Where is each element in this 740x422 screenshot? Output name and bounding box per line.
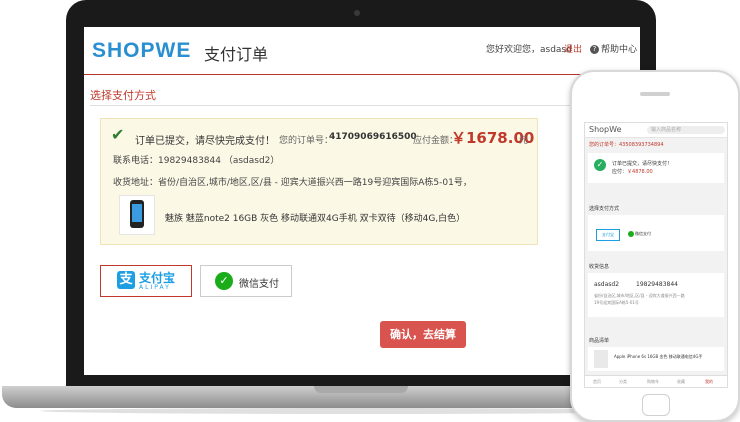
page-title: 支付订单 xyxy=(204,45,269,64)
alipay-option[interactable]: 支 支付宝 ALIPAY xyxy=(100,265,192,297)
mobile-receiver-info: asdasd2 19829483844 省份/自治区,城市/地区,区/县 - 迎… xyxy=(588,273,724,317)
mobile-pay-header: 选择支付方式 xyxy=(589,206,620,212)
help-link[interactable]: ? 帮助中心 xyxy=(590,42,637,55)
mobile-bottom-nav: 首页 分类 购物车 收藏 我的 xyxy=(585,375,727,387)
nav-favorites[interactable]: 收藏 xyxy=(677,379,685,385)
phone-speaker xyxy=(640,92,670,96)
mobile-receiver-header: 收货信息 xyxy=(589,264,610,270)
help-label: 帮助中心 xyxy=(601,45,638,55)
phone-frame: ShopWe 输入商品名称 您的订单号：43508393734894 ✓ 订单已… xyxy=(570,70,740,422)
camera xyxy=(354,10,360,16)
wechat-icon: ✓ xyxy=(215,272,233,290)
site-header: SHOPWE 支付订单 您好欢迎您，asdasd 退出 ? 帮助中心 xyxy=(84,27,640,75)
laptop-screen: SHOPWE 支付订单 您好欢迎您，asdasd 退出 ? 帮助中心 选择支付方式… xyxy=(84,27,640,375)
mobile-header: ShopWe 输入商品名称 xyxy=(585,123,727,138)
product-image xyxy=(594,350,608,368)
mobile-wechat-option[interactable]: 微信支付 xyxy=(628,229,656,239)
mobile-logo[interactable]: ShopWe xyxy=(589,125,621,134)
mobile-address-line2: 19号迎宾国际A栋5-01号 xyxy=(594,300,639,305)
mobile-receiver-phone: 19829483844 xyxy=(636,281,678,288)
site-logo[interactable]: SHOPWE xyxy=(92,39,191,63)
order-summary: ✔ 订单已提交，请尽快完成支付！ 您的订单号： 41709069616500 应… xyxy=(100,118,538,245)
divider xyxy=(90,105,634,106)
mobile-wechat-label: 微信支付 xyxy=(635,231,651,236)
smartphone-icon xyxy=(130,200,144,228)
product-image[interactable] xyxy=(119,195,155,235)
submitted-text: 订单已提交，请尽快完成支付！ xyxy=(135,136,275,147)
mobile-amount: 应付：￥4878.00 xyxy=(612,168,653,175)
mobile-order-status: ✓ 订单已提交，请尽快支付！ 应付：￥4878.00 xyxy=(588,153,724,183)
home-button[interactable] xyxy=(642,394,670,416)
shipping-address: 收货地址：省份/自治区,城市/地区,区/县 - 迎宾大道振兴西一路19号迎宾国际… xyxy=(113,178,472,188)
order-number: 41709069616500 xyxy=(329,132,417,142)
wechat-label: 微信支付 xyxy=(239,279,279,290)
mobile-submitted-text: 订单已提交，请尽快支付！ xyxy=(612,161,673,167)
nav-cart[interactable]: 购物车 xyxy=(647,379,659,385)
mobile-goods-header: 商品清单 xyxy=(589,338,610,344)
mobile-receiver-name: asdasd2 xyxy=(594,281,620,288)
wechat-pay-option[interactable]: ✓ 微信支付 xyxy=(200,265,292,297)
mobile-amount-label: 应付： xyxy=(612,169,628,175)
mobile-amount-value: ￥4878.00 xyxy=(627,169,653,175)
mobile-address-line1: 省份/自治区,城市/地区,区/县 - 迎宾大道振兴西一路 xyxy=(594,293,685,298)
mobile-search-input[interactable]: 输入商品名称 xyxy=(647,126,725,134)
check-icon: ✔ xyxy=(111,125,125,144)
laptop-notch xyxy=(314,386,408,393)
mobile-pay-options: 支付宝 微信支付 xyxy=(588,215,724,251)
amount-unit: 元 xyxy=(519,136,529,146)
phone-screen: ShopWe 输入商品名称 您的订单号：43508393734894 ✓ 订单已… xyxy=(584,122,728,388)
alipay-sublabel: ALIPAY xyxy=(139,284,171,291)
mobile-goods-name: Apple iPhone 6s 16GB 金色 移动联通电信4G手 xyxy=(614,354,703,359)
contact-phone: 联系电话：19829483844 （asdasd2） xyxy=(113,156,280,166)
nav-category[interactable]: 分类 xyxy=(619,379,627,385)
mobile-order-number: 您的订单号：43508393734894 xyxy=(589,142,664,148)
nav-home[interactable]: 首页 xyxy=(593,379,601,385)
wechat-icon xyxy=(628,231,634,237)
alipay-icon: 支 xyxy=(117,271,135,289)
check-icon: ✓ xyxy=(594,159,606,171)
confirm-checkout-button[interactable]: 确认，去结算 xyxy=(380,321,466,348)
mobile-alipay-option[interactable]: 支付宝 xyxy=(596,229,620,241)
help-icon: ? xyxy=(590,45,599,54)
mobile-goods-item[interactable]: Apple iPhone 6s 16GB 金色 移动联通电信4G手 xyxy=(588,347,724,371)
welcome-text: 您好欢迎您，asdasd xyxy=(486,45,572,55)
logout-link[interactable]: 退出 xyxy=(564,42,582,55)
nav-mine[interactable]: 我的 xyxy=(705,379,713,385)
order-number-label: 您的订单号： xyxy=(279,136,334,146)
section-title: 选择支付方式 xyxy=(90,89,156,102)
product-name[interactable]: 魅族 魅蓝note2 16GB 灰色 移动联通双4G手机 双卡双待（移动4G,白… xyxy=(165,211,465,224)
